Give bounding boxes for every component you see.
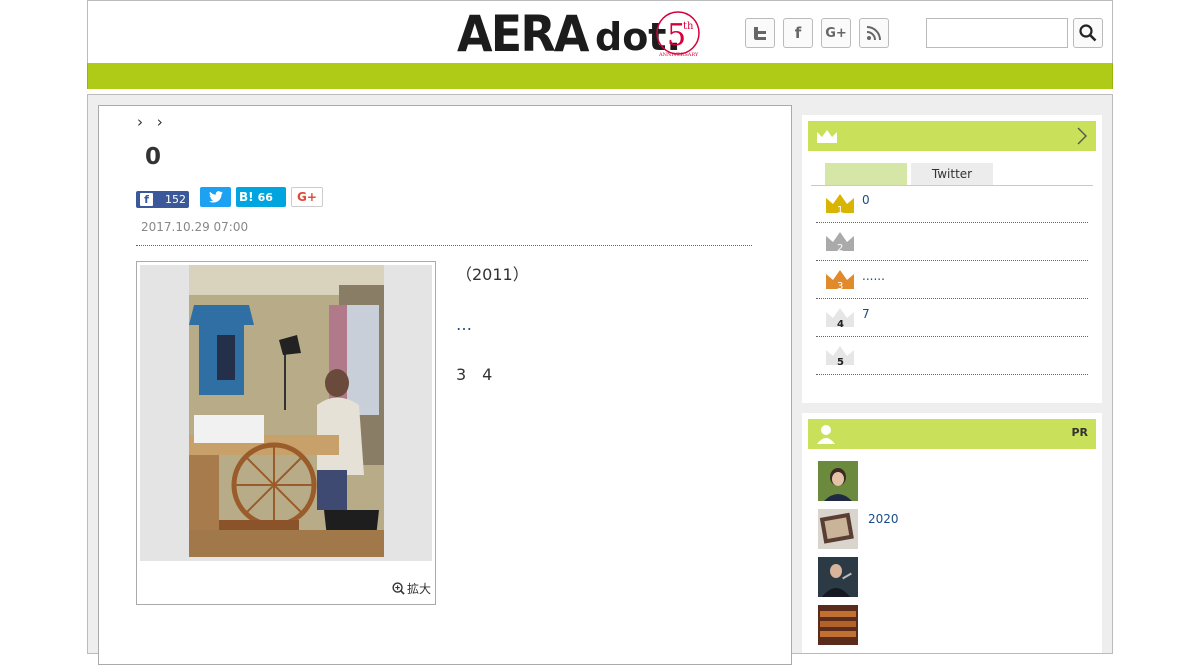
twitter-button[interactable] [745,18,775,48]
ranking-title[interactable]: ...... [862,269,885,283]
ranking-title[interactable]: 7 [862,307,870,321]
publish-date: 2017.10.29 07:00 [141,220,249,234]
facebook-share-button[interactable]: f 152 [136,191,189,208]
article-photo[interactable] [189,265,384,557]
svg-text:2: 2 [837,243,843,254]
svg-text:1: 1 [837,205,843,216]
ranking-item[interactable]: 2 [816,223,1088,261]
site-header: AERA dot. 5 th ANNIVERSARY f G+ [87,0,1113,63]
tab-ranking-twitter[interactable]: Twitter [911,163,993,185]
twitter-icon [754,27,766,40]
divider [136,245,752,246]
svg-text:4: 4 [837,319,844,330]
ranking-widget: Twitter 1 0 2 3 ...... 4 7 5 [802,115,1102,403]
google-plus-icon: G+ [825,25,847,41]
svg-text:3: 3 [837,281,843,292]
photo-zoom-button[interactable]: 拡大 [392,580,431,597]
facebook-button[interactable]: f [783,18,813,48]
facebook-icon: f [140,193,153,206]
article: › › 0 f 152 B! 66 G+ 2017.10.29 07:00 拡大… [98,105,792,665]
svg-text:5: 5 [837,357,844,368]
breadcrumb-separator[interactable]: › [157,113,163,131]
anniversary-suffix: th [683,21,694,32]
crown-icon [817,130,837,143]
search-icon [1079,24,1097,42]
rank-1-crown-icon: 1 [826,194,854,216]
ranking-item[interactable]: 5 [816,337,1088,375]
zoom-label: 拡大 [406,582,431,596]
tab-ranking-access[interactable] [825,163,907,185]
hatena-bookmark-count: 66 [257,190,273,204]
facebook-share-count: 152 [165,193,186,206]
pr-widget: PR 2020 [802,413,1102,653]
pr-thumbnail[interactable] [818,605,858,645]
ranking-item[interactable]: 4 7 [816,299,1088,337]
ranking-item[interactable]: 1 0 [816,185,1088,223]
anniversary-badge-icon: 5 th ANNIVERSARY [656,11,700,58]
global-nav-bar [87,63,1113,89]
ranking-header [808,121,1096,151]
twitter-share-button[interactable] [200,187,231,207]
anniversary-word: ANNIVERSARY [658,52,699,58]
zoom-in-icon [392,582,405,595]
facebook-icon: f [794,24,802,42]
pr-title[interactable]: 2020 [868,512,899,526]
rank-2-crown-icon: 2 [826,232,854,254]
article-paragraph: （2011） [456,265,529,284]
rank-5-crown-icon: 5 [826,346,854,368]
person-icon [817,425,835,444]
pr-thumbnail[interactable] [818,557,858,597]
google-plus-share-button[interactable]: G+ [291,187,323,207]
rss-button[interactable] [859,18,889,48]
hatena-bookmark-button[interactable]: B! 66 [236,187,286,207]
article-paragraph: 3 4 [456,365,493,384]
site-logo[interactable]: AERA dot. 5 th ANNIVERSARY [457,7,709,61]
pr-header: PR [808,419,1096,449]
pr-thumbnail[interactable] [818,509,858,549]
search-button[interactable] [1073,18,1103,48]
rank-4-crown-icon: 4 [826,308,854,330]
rank-3-crown-icon: 3 [826,270,854,292]
pr-thumbnail[interactable] [818,461,858,501]
breadcrumb-separator[interactable]: › [137,113,143,131]
hatena-bookmark-icon: B! [239,190,254,204]
ranking-title[interactable]: 0 [862,193,870,207]
breadcrumb: › › [137,113,172,131]
article-body: （2011） … 3 4 [456,262,756,412]
logo-aera-text: AERA [457,5,590,63]
rss-icon [866,26,881,41]
ranking-item[interactable]: 3 ...... [816,261,1088,299]
twitter-bird-icon [208,191,223,203]
search-input[interactable] [926,18,1068,48]
article-photo-box[interactable]: 拡大 [136,261,436,605]
google-plus-icon: G+ [297,190,317,204]
pr-label: PR [1071,426,1088,439]
chevron-right-icon[interactable] [1076,126,1088,146]
article-title: 0 [145,144,162,170]
related-article-link[interactable]: … [456,315,472,334]
google-plus-button[interactable]: G+ [821,18,851,48]
